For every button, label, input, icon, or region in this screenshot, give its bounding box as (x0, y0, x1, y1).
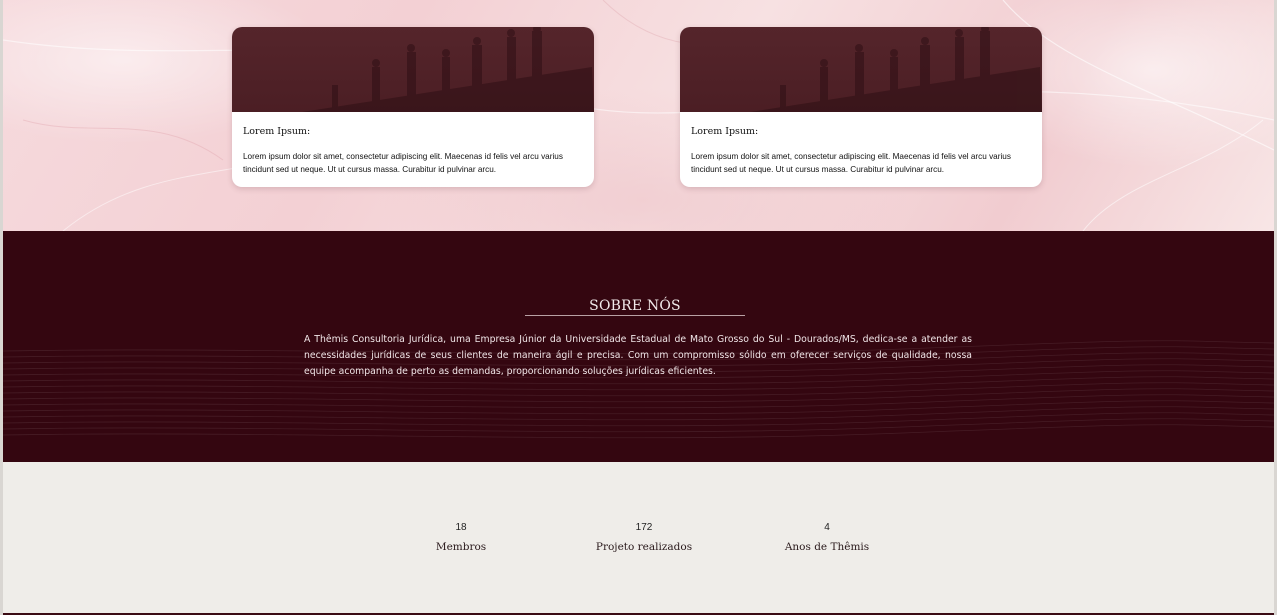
stat-value: 18 (455, 522, 467, 533)
about-title: SOBRE NÓS (525, 298, 745, 316)
stat-label: Membros (435, 541, 487, 553)
about-section: SOBRE NÓS A Thêmis Consultoria Jurídica,… (3, 231, 1274, 462)
card-title: Lorem Ipsum: (243, 126, 311, 137)
stat-projects: 172 Projeto realizados (574, 522, 714, 553)
stat-value: 172 (635, 522, 653, 533)
about-text: A Thêmis Consultoria Jurídica, uma Empre… (304, 334, 972, 377)
stat-label: Anos de Thêmis (784, 541, 870, 553)
stat-members: 18 Membros (391, 522, 531, 553)
stats-section: 18 Membros 172 Projeto realizados 4 Anos… (3, 462, 1274, 613)
services-section: Lorem Ipsum: Lorem ipsum dolor sit amet,… (3, 0, 1274, 231)
card-text: Lorem ipsum dolor sit amet, consectetur … (243, 152, 563, 174)
page: Lorem Ipsum: Lorem ipsum dolor sit amet,… (3, 0, 1274, 615)
stat-value: 4 (824, 522, 830, 533)
stat-years: 4 Anos de Thêmis (757, 522, 897, 553)
service-card[interactable]: Lorem Ipsum: Lorem ipsum dolor sit amet,… (680, 27, 1042, 187)
card-image (680, 27, 1042, 112)
marble-texture (3, 0, 1274, 231)
service-card[interactable]: Lorem Ipsum: Lorem ipsum dolor sit amet,… (232, 27, 594, 187)
card-title: Lorem Ipsum: (691, 126, 759, 137)
stat-label: Projeto realizados (595, 541, 693, 553)
card-text: Lorem ipsum dolor sit amet, consectetur … (691, 152, 1011, 174)
card-image (232, 27, 594, 112)
